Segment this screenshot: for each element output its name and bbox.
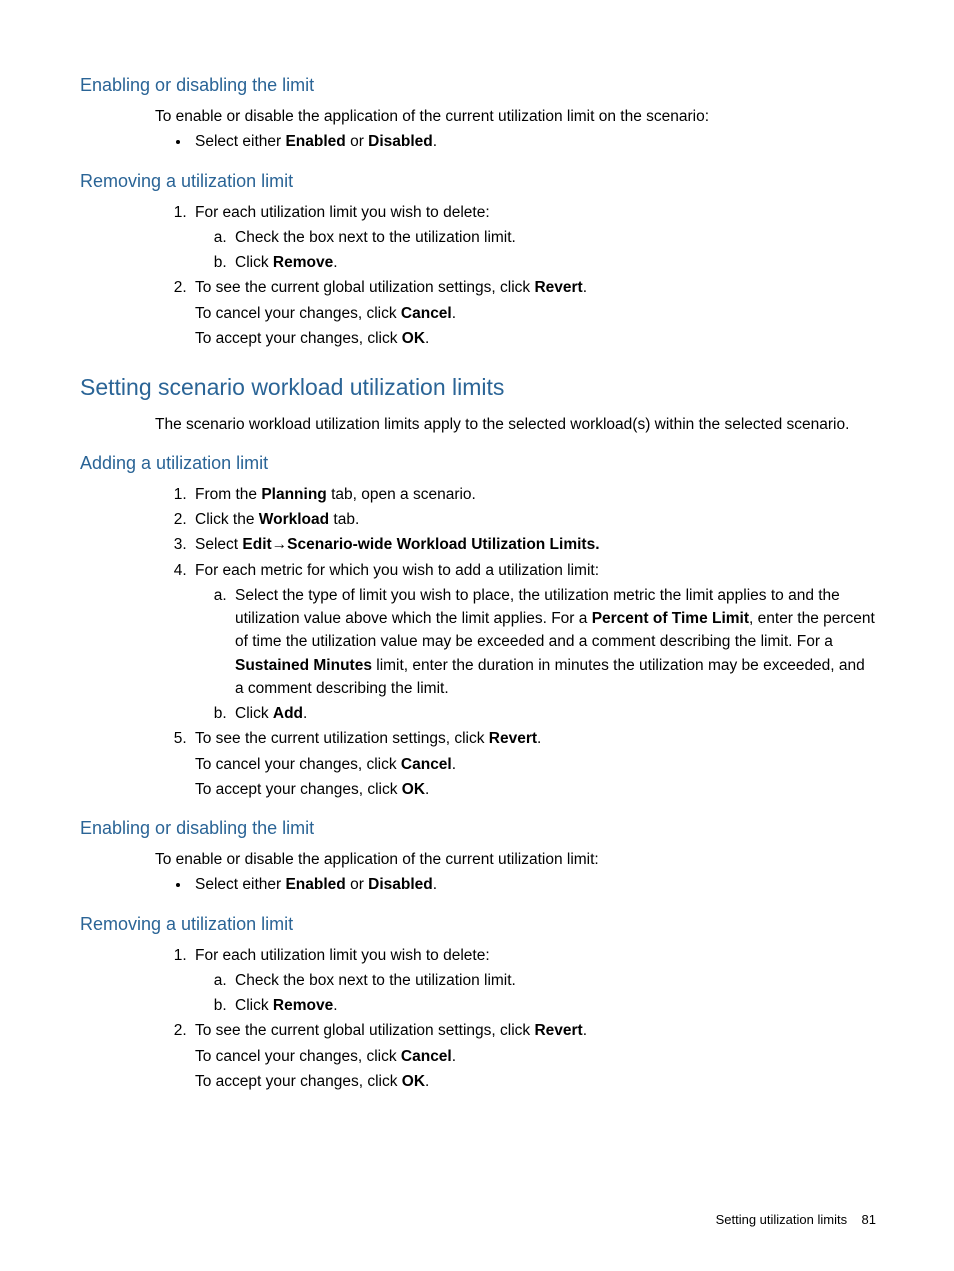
list-item: Select the type of limit you wish to pla… xyxy=(231,584,876,700)
footer-text: Setting utilization limits xyxy=(716,1212,848,1227)
page-number: 81 xyxy=(862,1212,876,1227)
list-item: Check the box next to the utilization li… xyxy=(231,226,876,249)
list-item: Click Remove. xyxy=(231,994,876,1017)
heading-removing-limit-2: Removing a utilization limit xyxy=(80,911,876,938)
list-item: Click Remove. xyxy=(231,251,876,274)
paragraph: To enable or disable the application of … xyxy=(155,848,876,871)
list-item: To see the current global utilization se… xyxy=(191,1019,876,1093)
list-item: Check the box next to the utilization li… xyxy=(231,969,876,992)
list-item: Select either Enabled or Disabled. xyxy=(191,873,876,896)
paragraph: The scenario workload utilization limits… xyxy=(155,413,876,436)
list-item: For each utilization limit you wish to d… xyxy=(191,201,876,275)
list-item: Click Add. xyxy=(231,702,876,725)
heading-adding-limit: Adding a utilization limit xyxy=(80,450,876,477)
list-item: Select Edit→Scenario-wide Workload Utili… xyxy=(191,533,876,556)
list-item: To see the current global utilization se… xyxy=(191,276,876,350)
list-item: Click the Workload tab. xyxy=(191,508,876,531)
list-item: From the Planning tab, open a scenario. xyxy=(191,483,876,506)
list-item: To see the current utilization settings,… xyxy=(191,727,876,801)
page-footer: Setting utilization limits 81 xyxy=(716,1210,876,1230)
list-item: Select either Enabled or Disabled. xyxy=(191,130,876,153)
heading-enabling-disabling-1: Enabling or disabling the limit xyxy=(80,72,876,99)
heading-setting-scenario: Setting scenario workload utilization li… xyxy=(80,370,876,405)
heading-enabling-disabling-2: Enabling or disabling the limit xyxy=(80,815,876,842)
list-item: For each utilization limit you wish to d… xyxy=(191,944,876,1018)
paragraph: To enable or disable the application of … xyxy=(155,105,876,128)
heading-removing-limit-1: Removing a utilization limit xyxy=(80,168,876,195)
list-item: For each metric for which you wish to ad… xyxy=(191,559,876,726)
